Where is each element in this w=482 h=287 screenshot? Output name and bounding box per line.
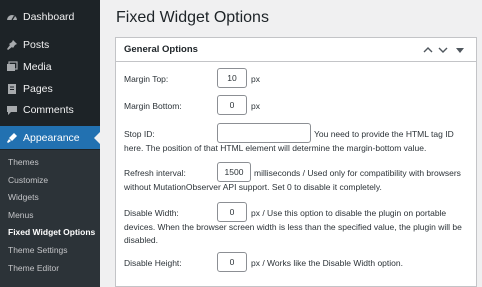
move-down-icon[interactable] [437,44,449,56]
menu-label: Posts [23,38,50,51]
pages-icon [6,83,18,95]
disable-height-label: Disable Height: [124,258,182,268]
stop-id-label: Stop ID: [124,129,155,139]
menu-label: Dashboard [23,10,75,23]
margin-top-input[interactable] [217,68,247,88]
disable-width-label: Disable Width: [124,208,179,218]
refresh-interval-help-continued: without MutationObserver API support. Se… [124,182,382,192]
refresh-interval-help: milliseconds / Used only for compatibili… [254,168,461,178]
submenu-item-widgets[interactable]: Widgets [8,192,39,202]
menu-item-posts[interactable]: Posts [0,33,100,56]
submenu-item-theme-editor[interactable]: Theme Editor [8,263,59,273]
submenu-item-theme-settings[interactable]: Theme Settings [8,245,68,255]
appearance-icon [6,132,18,144]
stop-id-input[interactable] [217,123,311,143]
dashboard-icon [6,11,18,23]
media-icon [6,60,18,73]
margin-bottom-unit: px [251,101,260,111]
general-options-panel: General Options Margin Top: px Margin Bo… [115,37,477,287]
submenu-item-fixed-widget-options[interactable]: Fixed Widget Options [8,227,95,237]
panel-header: General Options [116,38,476,62]
submenu-item-themes[interactable]: Themes [8,157,39,167]
refresh-interval-input[interactable] [217,162,251,182]
appearance-submenu: Themes Customize Widgets Menus Fixed Wid… [0,150,100,287]
comments-icon [6,104,18,116]
move-up-icon[interactable] [422,44,434,56]
menu-item-appearance[interactable]: Appearance [0,126,100,149]
margin-bottom-input[interactable] [217,95,247,115]
menu-label: Comments [23,103,74,116]
menu-label: Media [23,60,52,73]
menu-item-comments[interactable]: Comments [0,98,100,121]
toggle-panel-icon[interactable] [454,44,466,56]
pin-icon [6,39,18,51]
menu-item-media[interactable]: Media [0,55,100,78]
menu-label: Appearance [23,131,80,144]
disable-width-help: px / Use this option to disable the plug… [251,208,447,218]
menu-label: Pages [23,82,53,95]
disable-width-input[interactable] [217,202,247,222]
margin-top-unit: px [251,74,260,84]
stop-id-help: You need to provide the HTML tag ID [314,129,454,139]
submenu-item-menus[interactable]: Menus [8,210,34,220]
page-title: Fixed Widget Options [116,9,269,26]
disable-width-help-line3: disabled. [124,235,159,245]
menu-item-pages[interactable]: Pages [0,77,100,100]
disable-height-help: px / Works like the Disable Width option… [251,258,403,268]
disable-height-input[interactable] [217,252,247,272]
refresh-interval-label: Refresh interval: [124,168,186,178]
stop-id-help-continued: here. The position of that HTML element … [124,143,427,153]
menu-item-dashboard[interactable]: Dashboard [0,5,100,28]
margin-bottom-label: Margin Bottom: [124,101,182,111]
disable-width-help-line2: devices. When the browser screen width i… [124,222,462,232]
panel-title: General Options [124,44,198,55]
submenu-item-customize[interactable]: Customize [8,175,48,185]
margin-top-label: Margin Top: [124,74,169,84]
active-indicator [94,132,100,144]
admin-sidebar: Dashboard Posts Media Pages Comments App… [0,0,100,287]
